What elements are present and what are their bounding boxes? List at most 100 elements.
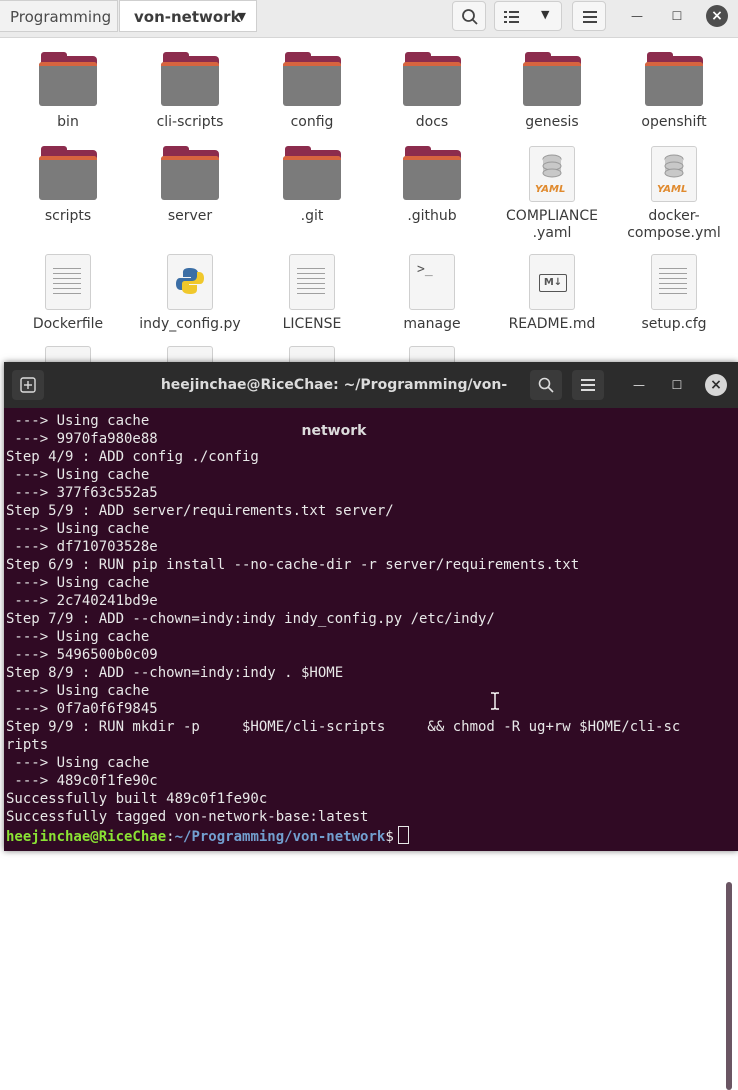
folder-icon: [523, 52, 581, 110]
prompt-path: ~/Programming/von-network: [174, 829, 386, 845]
folder-icon: [283, 146, 341, 204]
yaml-file-icon: YAML: [523, 146, 581, 204]
breadcrumb-current-label: von-network: [134, 8, 241, 26]
menu-button[interactable]: [572, 1, 606, 31]
text-file-icon: [39, 254, 97, 312]
mouse-ibeam-cursor-icon: [491, 692, 499, 710]
hamburger-icon: [581, 379, 595, 391]
search-button[interactable]: [452, 1, 486, 31]
terminal-line: ripts: [6, 737, 49, 753]
terminal-output[interactable]: ---> Using cache ---> 9970fa980e88 Step 4…: [4, 408, 724, 851]
file-item-readme-md[interactable]: M↓ README.md: [492, 254, 612, 333]
file-item-docs[interactable]: docs: [372, 52, 492, 131]
file-item-scripts[interactable]: scripts: [8, 146, 128, 225]
chevron-down-icon[interactable]: ▼: [541, 8, 549, 21]
file-label: docker- compose.yml: [627, 208, 721, 241]
file-label: indy_config.py: [139, 316, 241, 332]
file-label: Dockerfile: [32, 316, 104, 332]
breadcrumb-von-network[interactable]: von-network ▼: [119, 0, 257, 32]
terminal-line: ---> 2c740241bd9e: [6, 593, 158, 609]
folder-icon: [403, 52, 461, 110]
minimize-icon: —: [631, 9, 643, 23]
file-item-server[interactable]: server: [130, 146, 250, 225]
close-icon: ×: [711, 8, 723, 24]
list-view-icon: [504, 11, 519, 23]
view-toggle-button[interactable]: ▼: [494, 1, 562, 31]
terminal-headerbar: heejinchae@RiceChae: ~/Programming/von-n…: [4, 362, 738, 439]
chevron-down-icon[interactable]: ▼: [238, 1, 246, 33]
file-label: setup.cfg: [641, 316, 707, 332]
file-item-genesis[interactable]: genesis: [492, 52, 612, 131]
breadcrumb-programming[interactable]: Programming: [0, 0, 118, 32]
maximize-icon: ☐: [671, 9, 683, 23]
file-item-bin[interactable]: bin: [8, 52, 128, 131]
terminal-line: Step 6/9 : RUN pip install --no-cache-di…: [6, 557, 580, 573]
terminal-line: Step 7/9 : ADD --chown=indy:indy indy_co…: [6, 611, 495, 627]
terminal-close-button[interactable]: ×: [705, 374, 727, 396]
search-icon: [538, 377, 554, 393]
file-label: README.md: [508, 316, 596, 332]
markdown-file-icon: M↓: [523, 254, 581, 312]
file-item-github[interactable]: .github: [372, 146, 492, 225]
terminal-line: ---> Using cache: [6, 413, 150, 429]
prompt-separator: :: [166, 829, 175, 845]
file-item-docker-compose-yml[interactable]: YAML docker- compose.yml: [614, 146, 734, 242]
file-label: LICENSE: [282, 316, 342, 332]
file-label: scripts: [44, 208, 92, 224]
text-cursor: [397, 826, 409, 844]
terminal-line: Step 8/9 : ADD --chown=indy:indy . $HOME: [6, 665, 344, 681]
text-file-icon: [645, 254, 703, 312]
terminal-line: ---> Using cache: [6, 683, 150, 699]
terminal-glyph: >_: [417, 262, 433, 277]
new-tab-button[interactable]: [12, 370, 44, 400]
terminal-line: ---> Using cache: [6, 575, 150, 591]
yaml-badge: YAML: [535, 184, 566, 195]
maximize-icon: ☐: [671, 378, 683, 392]
terminal-line: Step 5/9 : ADD server/requirements.txt s…: [6, 503, 394, 519]
terminal-line: ---> Using cache: [6, 629, 150, 645]
terminal-line: Step 9/9 : RUN mkdir -p $HOME/cli-script…: [6, 719, 681, 735]
terminal-prompt[interactable]: heejinchae@RiceChae:~/Programming/von-ne…: [4, 826, 724, 845]
terminal-line: ---> Using cache: [6, 755, 150, 771]
file-item-license[interactable]: LICENSE: [252, 254, 372, 333]
file-item-openshift[interactable]: openshift: [614, 52, 734, 131]
file-item-cli-scripts[interactable]: cli-scripts: [130, 52, 250, 131]
maximize-button[interactable]: ☐: [666, 5, 688, 27]
terminal-scrollbar[interactable]: [726, 882, 732, 1090]
text-file-icon: [283, 254, 341, 312]
file-manager-headerbar: Programming von-network ▼ ▼ — ☐ ×: [0, 0, 738, 38]
terminal-line: ---> 489c0f1fe90c: [6, 773, 158, 789]
terminal-maximize-button[interactable]: ☐: [666, 374, 688, 396]
yaml-badge: YAML: [657, 184, 688, 195]
search-icon: [462, 9, 478, 25]
terminal-line: ---> 377f63c552a5: [6, 485, 158, 501]
file-item-indy-config-py[interactable]: indy_config.py: [130, 254, 250, 333]
file-label: docs: [415, 114, 449, 130]
terminal-line: Successfully tagged von-network-base:lat…: [6, 809, 369, 825]
file-item-dockerfile[interactable]: Dockerfile: [8, 254, 128, 333]
file-item-manage[interactable]: >_ manage: [372, 254, 492, 333]
script-file-icon: >_: [403, 254, 461, 312]
terminal-line: Successfully built 489c0f1fe90c: [6, 791, 268, 807]
file-label: .git: [300, 208, 324, 224]
minimize-button[interactable]: —: [626, 5, 648, 27]
file-item-git[interactable]: .git: [252, 146, 372, 225]
folder-icon: [283, 52, 341, 110]
file-label: cli-scripts: [156, 114, 224, 130]
prompt-dollar: $: [385, 829, 394, 845]
folder-icon: [39, 52, 97, 110]
terminal-window: heejinchae@RiceChae: ~/Programming/von-n…: [4, 362, 738, 1090]
file-label: openshift: [641, 114, 707, 130]
close-icon: ×: [710, 377, 722, 393]
terminal-search-button[interactable]: [530, 370, 562, 400]
close-button[interactable]: ×: [706, 5, 728, 27]
file-item-config[interactable]: config: [252, 52, 372, 131]
python-file-icon: [161, 254, 219, 312]
file-item-compliance-yaml[interactable]: YAML COMPLIANCE .yaml: [492, 146, 612, 242]
file-label: genesis: [525, 114, 579, 130]
folder-icon: [645, 52, 703, 110]
terminal-minimize-button[interactable]: —: [628, 374, 650, 396]
file-item-setup-cfg[interactable]: setup.cfg: [614, 254, 734, 333]
terminal-menu-button[interactable]: [572, 370, 604, 400]
file-label: bin: [57, 114, 79, 130]
